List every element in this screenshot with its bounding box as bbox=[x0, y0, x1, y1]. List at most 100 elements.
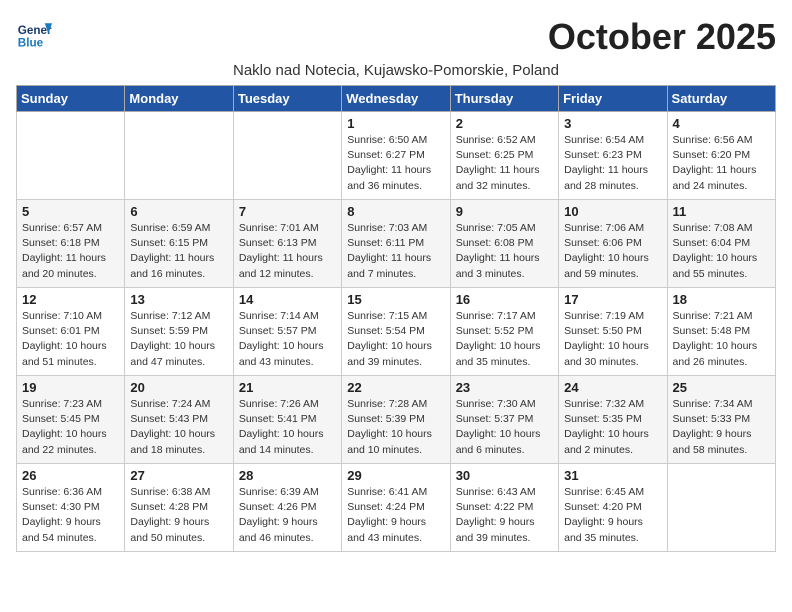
day-info: Sunrise: 6:43 AMSunset: 4:22 PMDaylight:… bbox=[456, 485, 553, 546]
day-number: 19 bbox=[22, 380, 119, 395]
day-info: Sunrise: 7:14 AMSunset: 5:57 PMDaylight:… bbox=[239, 309, 336, 370]
day-number: 18 bbox=[673, 292, 770, 307]
calendar-cell: 14 Sunrise: 7:14 AMSunset: 5:57 PMDayligh… bbox=[233, 288, 341, 376]
day-info: Sunrise: 6:52 AMSunset: 6:25 PMDaylight:… bbox=[456, 133, 553, 194]
day-number: 17 bbox=[564, 292, 661, 307]
calendar-cell: 12 Sunrise: 7:10 AMSunset: 6:01 PMDayligh… bbox=[17, 288, 125, 376]
day-info: Sunrise: 6:36 AMSunset: 4:30 PMDaylight:… bbox=[22, 485, 119, 546]
calendar-cell: 21Sunrise: 7:26 AMSunset: 5:41 PMDayligh… bbox=[233, 376, 341, 464]
day-number: 22 bbox=[347, 380, 444, 395]
calendar-cell: 5 Sunrise: 6:57 AMSunset: 6:18 PMDaylight… bbox=[17, 200, 125, 288]
day-number: 12 bbox=[22, 292, 119, 307]
day-info: Sunrise: 7:05 AMSunset: 6:08 PMDaylight:… bbox=[456, 221, 553, 282]
day-number: 8 bbox=[347, 204, 444, 219]
day-info: Sunrise: 7:10 AMSunset: 6:01 PMDaylight:… bbox=[22, 309, 119, 370]
day-info: Sunrise: 6:59 AMSunset: 6:15 PMDaylight:… bbox=[130, 221, 227, 282]
day-number: 26 bbox=[22, 468, 119, 483]
day-info: Sunrise: 6:50 AMSunset: 6:27 PMDaylight:… bbox=[347, 133, 444, 194]
calendar-week-row: 26 Sunrise: 6:36 AMSunset: 4:30 PMDayligh… bbox=[17, 464, 776, 552]
day-number: 27 bbox=[130, 468, 227, 483]
calendar-cell: 19 Sunrise: 7:23 AMSunset: 5:45 PMDayligh… bbox=[17, 376, 125, 464]
day-info: Sunrise: 7:06 AMSunset: 6:06 PMDaylight:… bbox=[564, 221, 661, 282]
day-info: Sunrise: 7:21 AMSunset: 5:48 PMDaylight:… bbox=[673, 309, 770, 370]
calendar-header-row: SundayMondayTuesdayWednesdayThursdayFrid… bbox=[17, 86, 776, 112]
day-number: 20 bbox=[130, 380, 227, 395]
calendar-cell: 8 Sunrise: 7:03 AMSunset: 6:11 PMDaylight… bbox=[342, 200, 450, 288]
calendar-cell: 24 Sunrise: 7:32 AMSunset: 5:35 PMDayligh… bbox=[559, 376, 667, 464]
day-number: 31 bbox=[564, 468, 661, 483]
calendar-cell: 28 Sunrise: 6:39 AMSunset: 4:26 PMDayligh… bbox=[233, 464, 341, 552]
calendar-cell: 13Sunrise: 7:12 AMSunset: 5:59 PMDayligh… bbox=[125, 288, 233, 376]
logo: General Blue bbox=[16, 16, 54, 52]
day-info: Sunrise: 6:39 AMSunset: 4:26 PMDaylight:… bbox=[239, 485, 336, 546]
day-number: 10 bbox=[564, 204, 661, 219]
calendar-cell: 31 Sunrise: 6:45 AMSunset: 4:20 PMDayligh… bbox=[559, 464, 667, 552]
month-title: October 2025 bbox=[548, 16, 776, 58]
calendar-cell: 6 Sunrise: 6:59 AMSunset: 6:15 PMDaylight… bbox=[125, 200, 233, 288]
calendar-cell: 15 Sunrise: 7:15 AMSunset: 5:54 PMDayligh… bbox=[342, 288, 450, 376]
day-number: 30 bbox=[456, 468, 553, 483]
calendar-week-row: 12 Sunrise: 7:10 AMSunset: 6:01 PMDayligh… bbox=[17, 288, 776, 376]
day-info: Sunrise: 7:17 AMSunset: 5:52 PMDaylight:… bbox=[456, 309, 553, 370]
header-cell-wednesday: Wednesday bbox=[342, 86, 450, 112]
title-section: October 2025 bbox=[548, 16, 776, 58]
day-info: Sunrise: 7:28 AMSunset: 5:39 PMDaylight:… bbox=[347, 397, 444, 458]
calendar-cell: 1 Sunrise: 6:50 AMSunset: 6:27 PMDaylight… bbox=[342, 112, 450, 200]
day-number: 28 bbox=[239, 468, 336, 483]
day-number: 21 bbox=[239, 380, 336, 395]
day-number: 16 bbox=[456, 292, 553, 307]
calendar-cell bbox=[233, 112, 341, 200]
calendar-cell: 23Sunrise: 7:30 AMSunset: 5:37 PMDayligh… bbox=[450, 376, 558, 464]
day-number: 24 bbox=[564, 380, 661, 395]
day-info: Sunrise: 7:24 AMSunset: 5:43 PMDaylight:… bbox=[130, 397, 227, 458]
calendar-cell: 4Sunrise: 6:56 AMSunset: 6:20 PMDaylight… bbox=[667, 112, 775, 200]
day-number: 6 bbox=[130, 204, 227, 219]
day-number: 13 bbox=[130, 292, 227, 307]
day-number: 9 bbox=[456, 204, 553, 219]
calendar-cell: 16 Sunrise: 7:17 AMSunset: 5:52 PMDayligh… bbox=[450, 288, 558, 376]
calendar-cell: 26 Sunrise: 6:36 AMSunset: 4:30 PMDayligh… bbox=[17, 464, 125, 552]
day-info: Sunrise: 7:32 AMSunset: 5:35 PMDaylight:… bbox=[564, 397, 661, 458]
day-number: 7 bbox=[239, 204, 336, 219]
day-info: Sunrise: 6:57 AMSunset: 6:18 PMDaylight:… bbox=[22, 221, 119, 282]
day-number: 14 bbox=[239, 292, 336, 307]
calendar-cell: 7 Sunrise: 7:01 AMSunset: 6:13 PMDaylight… bbox=[233, 200, 341, 288]
calendar-cell bbox=[667, 464, 775, 552]
calendar-cell: 29Sunrise: 6:41 AMSunset: 4:24 PMDayligh… bbox=[342, 464, 450, 552]
day-number: 25 bbox=[673, 380, 770, 395]
day-info: Sunrise: 6:54 AMSunset: 6:23 PMDaylight:… bbox=[564, 133, 661, 194]
calendar-cell: 11Sunrise: 7:08 AMSunset: 6:04 PMDayligh… bbox=[667, 200, 775, 288]
day-number: 1 bbox=[347, 116, 444, 131]
day-number: 5 bbox=[22, 204, 119, 219]
calendar-cell: 27 Sunrise: 6:38 AMSunset: 4:28 PMDayligh… bbox=[125, 464, 233, 552]
header-cell-saturday: Saturday bbox=[667, 86, 775, 112]
calendar-cell: 3Sunrise: 6:54 AMSunset: 6:23 PMDaylight… bbox=[559, 112, 667, 200]
calendar-cell: 18 Sunrise: 7:21 AMSunset: 5:48 PMDayligh… bbox=[667, 288, 775, 376]
header-cell-monday: Monday bbox=[125, 86, 233, 112]
header-cell-sunday: Sunday bbox=[17, 86, 125, 112]
day-number: 2 bbox=[456, 116, 553, 131]
day-info: Sunrise: 7:19 AMSunset: 5:50 PMDaylight:… bbox=[564, 309, 661, 370]
svg-text:Blue: Blue bbox=[18, 37, 44, 50]
subtitle: Naklo nad Notecia, Kujawsko-Pomorskie, P… bbox=[16, 62, 776, 79]
calendar-cell: 25 Sunrise: 7:34 AMSunset: 5:33 PMDayligh… bbox=[667, 376, 775, 464]
day-info: Sunrise: 7:01 AMSunset: 6:13 PMDaylight:… bbox=[239, 221, 336, 282]
day-info: Sunrise: 7:34 AMSunset: 5:33 PMDaylight:… bbox=[673, 397, 770, 458]
calendar-cell bbox=[17, 112, 125, 200]
day-info: Sunrise: 7:23 AMSunset: 5:45 PMDaylight:… bbox=[22, 397, 119, 458]
calendar-week-row: 5 Sunrise: 6:57 AMSunset: 6:18 PMDaylight… bbox=[17, 200, 776, 288]
day-info: Sunrise: 6:41 AMSunset: 4:24 PMDaylight:… bbox=[347, 485, 444, 546]
calendar-table: SundayMondayTuesdayWednesdayThursdayFrid… bbox=[16, 85, 776, 552]
header: General Blue October 2025 bbox=[16, 16, 776, 58]
day-info: Sunrise: 6:38 AMSunset: 4:28 PMDaylight:… bbox=[130, 485, 227, 546]
day-info: Sunrise: 6:45 AMSunset: 4:20 PMDaylight:… bbox=[564, 485, 661, 546]
calendar-week-row: 19 Sunrise: 7:23 AMSunset: 5:45 PMDayligh… bbox=[17, 376, 776, 464]
calendar-cell: 17 Sunrise: 7:19 AMSunset: 5:50 PMDayligh… bbox=[559, 288, 667, 376]
calendar-cell: 2 Sunrise: 6:52 AMSunset: 6:25 PMDaylight… bbox=[450, 112, 558, 200]
day-info: Sunrise: 7:08 AMSunset: 6:04 PMDaylight:… bbox=[673, 221, 770, 282]
calendar-cell: 10 Sunrise: 7:06 AMSunset: 6:06 PMDayligh… bbox=[559, 200, 667, 288]
day-info: Sunrise: 7:15 AMSunset: 5:54 PMDaylight:… bbox=[347, 309, 444, 370]
day-info: Sunrise: 7:03 AMSunset: 6:11 PMDaylight:… bbox=[347, 221, 444, 282]
day-number: 15 bbox=[347, 292, 444, 307]
header-cell-thursday: Thursday bbox=[450, 86, 558, 112]
